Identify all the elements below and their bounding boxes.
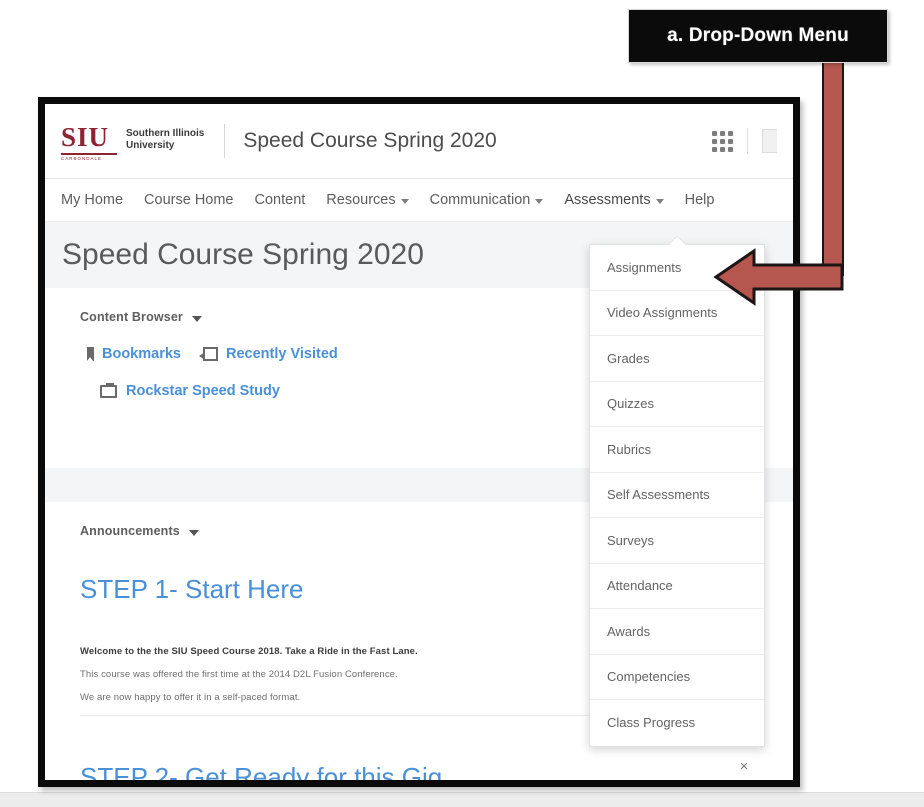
course-folder-label: Rockstar Speed Study [126,383,280,399]
menu-item-label: Grades [607,350,650,366]
header-divider [224,124,226,158]
app-viewport: SIU CARBONDALE Southern Illinois Univers… [45,104,793,780]
menu-item-label: Assignments [607,259,682,275]
menu-item-class-progress[interactable]: Class Progress [590,700,764,746]
nav-item-label: Course Home [144,192,234,208]
menu-item-grades[interactable]: Grades [590,336,764,382]
chevron-down-icon [400,199,409,204]
menu-item-label: Rubrics [607,441,652,457]
nav-item-resources[interactable]: Resources [326,192,409,208]
header-right-tools [712,128,779,154]
nav-item-label: Help [684,192,715,208]
screenshot-frame: SIU CARBONDALE Southern Illinois Univers… [38,97,800,787]
header-tools-divider [747,128,748,154]
menu-item-label: Awards [607,623,651,639]
nav-item-label: Content [254,192,306,208]
nav-item-communication[interactable]: Communication [430,192,544,208]
nav-item-label: My Home [61,192,124,208]
menu-item-label: Surveys [607,532,654,548]
brand-logo[interactable]: SIU CARBONDALE Southern Illinois Univers… [61,120,204,162]
siu-wordmark: Southern Illinois University [126,124,204,151]
menu-item-label: Self Assessments [607,487,710,503]
nav-item-content[interactable]: Content [255,192,306,208]
siu-logo-mark: SIU CARBONDALE [61,124,117,162]
header-profile-stub[interactable] [762,129,777,153]
recently-visited-link[interactable]: Recently Visited [198,346,338,362]
menu-item-awards[interactable]: Awards [590,609,764,655]
nav-item-assessments[interactable]: Assessments [564,192,664,208]
chevron-down-icon [535,199,544,204]
assessments-dropdown-menu: Assignments Video Assignments Grades Qui… [589,244,765,747]
page-bottom-strip [0,792,924,807]
nav-item-help[interactable]: Help [685,192,715,208]
bookmarks-label: Bookmarks [102,346,181,362]
siu-wordmark-line1: Southern Illinois [126,128,205,140]
menu-item-label: Video Assignments [607,305,718,321]
recently-visited-label: Recently Visited [225,346,338,362]
nav-item-my-home[interactable]: My Home [61,192,123,208]
chevron-down-icon[interactable] [188,529,199,536]
siu-logo-rule [61,153,117,156]
menu-item-competencies[interactable]: Competencies [590,655,764,700]
chevron-down-icon[interactable] [191,315,202,322]
menu-item-label: Class Progress [607,715,696,731]
siu-logo-campus: CARBONDALE [61,156,103,162]
chevron-down-icon [655,199,664,204]
callout-label: a. Drop-Down Menu [667,25,849,46]
header-course-name: Speed Course Spring 2020 [243,129,497,152]
app-header: SIU CARBONDALE Southern Illinois Univers… [45,104,793,179]
announcements-title: Announcements [80,524,180,538]
menu-item-rubrics[interactable]: Rubrics [590,427,764,473]
menu-item-label: Competencies [607,669,691,685]
nav-item-label: Resources [326,192,396,208]
page-title: Speed Course Spring 2020 [62,238,424,271]
menu-item-label: Attendance [607,578,673,594]
nav-item-course-home[interactable]: Course Home [144,192,233,208]
screenshot-stage: a. Drop-Down Menu SIU CARBONDALE Souther… [0,0,924,807]
recently-visited-icon [198,347,218,361]
callout-pointer-arrow [712,246,844,308]
siu-wordmark-line2: University [126,139,175,151]
menu-item-attendance[interactable]: Attendance [590,564,764,609]
close-icon[interactable]: × [735,757,753,775]
course-nav-bar: My Home Course Home Content Resources Co… [45,179,793,222]
menu-item-quizzes[interactable]: Quizzes [590,382,764,427]
nav-item-label: Communication [429,192,531,208]
callout-box: a. Drop-Down Menu [628,9,888,63]
callout-pointer-stem [822,62,844,276]
dropdown-caret-icon [668,236,686,245]
bookmarks-link[interactable]: Bookmarks [87,346,181,362]
bookmark-icon [87,347,94,361]
apps-grid-icon[interactable] [712,130,733,152]
siu-logo-letters: SIU [61,122,110,153]
menu-item-self-assessments[interactable]: Self Assessments [590,473,764,518]
menu-item-label: Quizzes [607,396,654,412]
folder-icon [100,382,117,398]
content-browser-title: Content Browser [80,310,183,324]
nav-item-label: Assessments [564,192,651,208]
menu-item-surveys[interactable]: Surveys [590,518,764,564]
